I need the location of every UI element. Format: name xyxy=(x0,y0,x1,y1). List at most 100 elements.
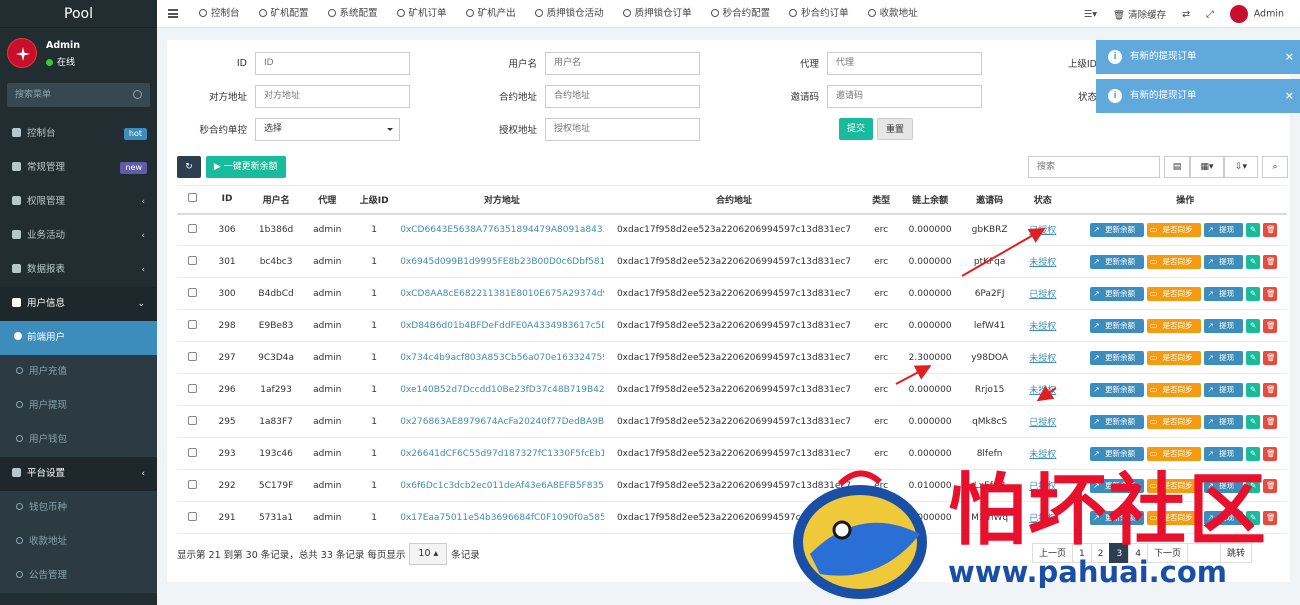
update-balance-row-button[interactable]: ↗ 更新余额 xyxy=(1090,222,1144,237)
column-header[interactable]: 邀请码 xyxy=(962,185,1017,215)
submit-button[interactable]: 提交 xyxy=(839,118,874,140)
status-link[interactable]: 已授权 xyxy=(1029,290,1056,300)
tab-staking-orders[interactable]: 质押锁仓订单 xyxy=(622,0,692,28)
edit-icon[interactable]: ✎ xyxy=(1246,414,1261,429)
update-balance-row-button[interactable]: ↗ 更新余额 xyxy=(1090,350,1144,365)
update-balance-button[interactable]: ▶ 一键更新余额 xyxy=(205,156,286,178)
page-button[interactable]: 1 xyxy=(1072,543,1092,563)
withdraw-row-button[interactable]: ↗ 提现 xyxy=(1204,222,1244,237)
sidebar-item-recharge[interactable]: 用户充值 xyxy=(0,355,157,389)
sidebar-item-auth[interactable]: 权限管理 ‹ xyxy=(0,185,157,219)
delete-icon[interactable]: 🗑 xyxy=(1263,446,1278,461)
update-balance-row-button[interactable]: ↗ 更新余额 xyxy=(1090,318,1144,333)
sync-row-button[interactable]: ▭ 是否同步 xyxy=(1146,318,1202,333)
page-size-select[interactable]: 10 ▴ xyxy=(409,543,448,565)
delete-icon[interactable]: 🗑 xyxy=(1263,414,1278,429)
close-icon[interactable]: × xyxy=(1285,40,1294,74)
row-checkbox[interactable] xyxy=(188,351,198,361)
delete-icon[interactable]: 🗑 xyxy=(1263,478,1278,493)
sidebar-item-general[interactable]: 常规管理 new xyxy=(0,151,157,185)
column-header[interactable]: 上级ID xyxy=(348,185,401,215)
sidebar-item-reports[interactable]: 数据报表 ‹ xyxy=(0,253,157,287)
toast-notification[interactable]: i 有新的提现订单 × xyxy=(1096,79,1300,113)
refresh-button[interactable]: ↻ xyxy=(177,156,201,178)
delete-icon[interactable]: 🗑 xyxy=(1263,222,1278,237)
tab-dashboard[interactable]: 控制台 xyxy=(199,0,240,28)
sync-row-button[interactable]: ▭ 是否同步 xyxy=(1146,350,1202,365)
delete-icon[interactable]: 🗑 xyxy=(1263,382,1278,397)
edit-icon[interactable]: ✎ xyxy=(1246,446,1261,461)
sync-row-button[interactable]: ▭ 是否同步 xyxy=(1146,222,1202,237)
sync-row-button[interactable]: ▭ 是否同步 xyxy=(1146,446,1202,461)
status-link[interactable]: 未授权 xyxy=(1029,258,1056,268)
row-checkbox[interactable] xyxy=(188,511,198,521)
update-balance-row-button[interactable]: ↗ 更新余额 xyxy=(1090,254,1144,269)
sidebar-item-dashboard[interactable]: 控制台 hot xyxy=(0,117,157,151)
to-address-cell[interactable]: 0xCD6643E5638A776351894479A8091a84331b38… xyxy=(400,213,604,246)
tab-miner-config[interactable]: 矿机配置 xyxy=(258,0,309,28)
sidebar-item-business[interactable]: 业务活动 ‹ xyxy=(0,219,157,253)
tab-receive-address[interactable]: 收款地址 xyxy=(867,0,918,28)
current-page-button[interactable]: 3 xyxy=(1109,543,1130,563)
column-header[interactable]: 状态 xyxy=(1016,185,1069,215)
edit-icon[interactable]: ✎ xyxy=(1246,254,1261,269)
edit-icon[interactable]: ✎ xyxy=(1246,478,1261,493)
to-address-cell[interactable]: 0x17Eaa75011e54b3696684fC0F1090f0a585731… xyxy=(400,501,604,534)
edit-icon[interactable]: ✎ xyxy=(1246,350,1261,365)
sync-row-button[interactable]: ▭ 是否同步 xyxy=(1146,478,1202,493)
status-link[interactable]: 已授权 xyxy=(1029,482,1056,492)
row-checkbox[interactable] xyxy=(188,447,198,457)
row-checkbox[interactable] xyxy=(188,287,198,297)
to-address-cell[interactable]: 0x276863AE8979674AcFa20240f77DedBA9B1a83… xyxy=(400,405,604,438)
columns-icon[interactable]: ▦▾ xyxy=(1190,156,1224,178)
tab-second-contract-orders[interactable]: 秒合约订单 xyxy=(789,0,849,28)
sidebar-item-withdraw[interactable]: 用户提现 xyxy=(0,389,157,423)
sidebar-item-notice[interactable]: 公告管理 xyxy=(0,559,157,593)
sidebar-item-platform[interactable]: 平台设置 ‹ xyxy=(0,457,157,491)
status-link[interactable]: 未授权 xyxy=(1029,450,1056,460)
id-input[interactable] xyxy=(255,51,410,75)
tab-system-config[interactable]: 系统配置 xyxy=(327,0,378,28)
toast-notification[interactable]: i 有新的提现订单 × xyxy=(1096,40,1300,74)
row-checkbox[interactable] xyxy=(188,223,198,233)
delete-icon[interactable]: 🗑 xyxy=(1263,510,1278,525)
to-address-cell[interactable]: 0xCD8AA8cE682211381E8010E675A29374d9B4db… xyxy=(400,277,604,310)
next-page-button[interactable]: 下一页 xyxy=(1146,543,1188,563)
sync-row-button[interactable]: ▭ 是否同步 xyxy=(1146,414,1202,429)
sidebar-item-coins[interactable]: 钱包币种 xyxy=(0,491,157,525)
tab-second-contract-config[interactable]: 秒合约配置 xyxy=(710,0,770,28)
status-link[interactable]: 已授权 xyxy=(1029,418,1056,428)
status-link[interactable]: 已授权 xyxy=(1029,514,1056,524)
column-header[interactable]: 对方地址 xyxy=(400,185,604,215)
status-link[interactable]: 未授权 xyxy=(1029,354,1056,364)
edit-icon[interactable]: ✎ xyxy=(1246,318,1261,333)
update-balance-row-button[interactable]: ↗ 更新余额 xyxy=(1090,446,1144,461)
close-icon[interactable]: × xyxy=(1285,79,1294,113)
withdraw-row-button[interactable]: ↗ 提现 xyxy=(1204,350,1244,365)
update-balance-row-button[interactable]: ↗ 更新余额 xyxy=(1090,286,1144,301)
update-balance-row-button[interactable]: ↗ 更新余额 xyxy=(1090,478,1144,493)
sidebar-item-wallet[interactable]: 用户钱包 xyxy=(0,423,157,457)
reset-button[interactable]: 重置 xyxy=(877,118,914,140)
update-balance-row-button[interactable]: ↗ 更新余额 xyxy=(1090,510,1144,525)
app-logo[interactable]: Pool xyxy=(0,0,157,28)
tab-miner-orders[interactable]: 矿机订单 xyxy=(396,0,447,28)
sidebar-item-frontend-users[interactable]: 前端用户 xyxy=(0,321,157,355)
username-input[interactable] xyxy=(545,51,700,75)
translate-icon[interactable]: ⇄ xyxy=(1182,9,1190,20)
withdraw-row-button[interactable]: ↗ 提现 xyxy=(1204,478,1244,493)
column-header[interactable]: ID xyxy=(208,185,246,215)
clear-cache-button[interactable]: 🗑 清除缓存 xyxy=(1113,7,1166,21)
edit-icon[interactable]: ✎ xyxy=(1246,286,1261,301)
sync-row-button[interactable]: ▭ 是否同步 xyxy=(1146,254,1202,269)
fullscreen-icon[interactable]: ⤢ xyxy=(1206,9,1214,20)
status-link[interactable]: 已授权 xyxy=(1029,226,1056,236)
column-header[interactable]: 链上余额 xyxy=(897,185,963,215)
tabs-dropdown-icon[interactable]: ☰▾ xyxy=(1084,9,1097,20)
to-address-input[interactable] xyxy=(255,84,410,108)
sidebar-item-receive-address[interactable]: 收款地址 xyxy=(0,525,157,559)
update-balance-row-button[interactable]: ↗ 更新余额 xyxy=(1090,414,1144,429)
sync-row-button[interactable]: ▭ 是否同步 xyxy=(1146,286,1202,301)
page-button[interactable]: 4 xyxy=(1128,543,1148,563)
menu-toggle-icon[interactable] xyxy=(168,9,178,18)
